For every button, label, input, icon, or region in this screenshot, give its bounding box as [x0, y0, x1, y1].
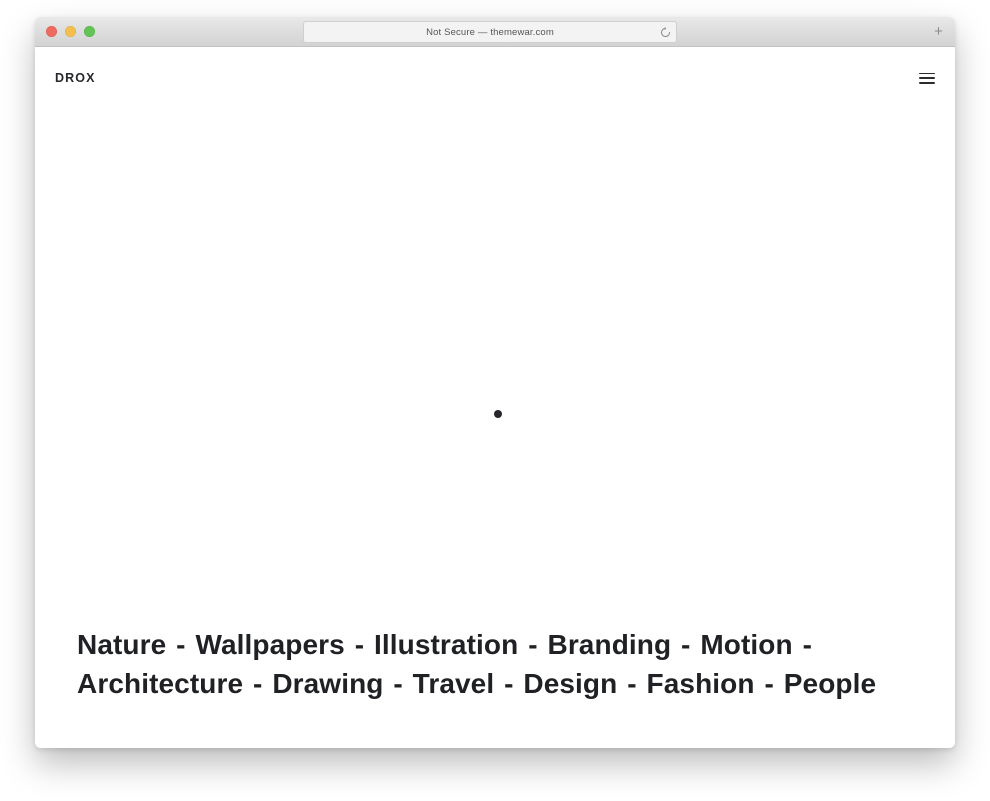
- hamburger-line-3: [919, 81, 935, 84]
- hamburger-line-2: [919, 77, 935, 79]
- browser-window: Not Secure — themewar.com + DROX Nature …: [35, 17, 955, 748]
- window-traffic-lights: [46, 26, 95, 37]
- hero-category-text: Nature - Wallpapers - Illustration - Bra…: [77, 629, 877, 700]
- address-bar[interactable]: Not Secure — themewar.com: [303, 21, 677, 43]
- site-logo[interactable]: DROX: [55, 71, 96, 85]
- hamburger-menu-icon[interactable]: [919, 72, 935, 84]
- address-bar-text: Not Secure — themewar.com: [426, 26, 554, 38]
- close-window-button[interactable]: [46, 26, 57, 37]
- page-viewport: DROX Nature - Wallpapers - Illustration …: [35, 47, 955, 748]
- hamburger-line-1: [919, 72, 935, 75]
- new-tab-button[interactable]: +: [930, 23, 947, 40]
- site-header: DROX: [35, 47, 955, 109]
- reload-icon[interactable]: [659, 26, 671, 38]
- loading-dot-indicator: [494, 410, 502, 418]
- zoom-window-button[interactable]: [84, 26, 95, 37]
- browser-titlebar: Not Secure — themewar.com +: [35, 17, 955, 47]
- minimize-window-button[interactable]: [65, 26, 76, 37]
